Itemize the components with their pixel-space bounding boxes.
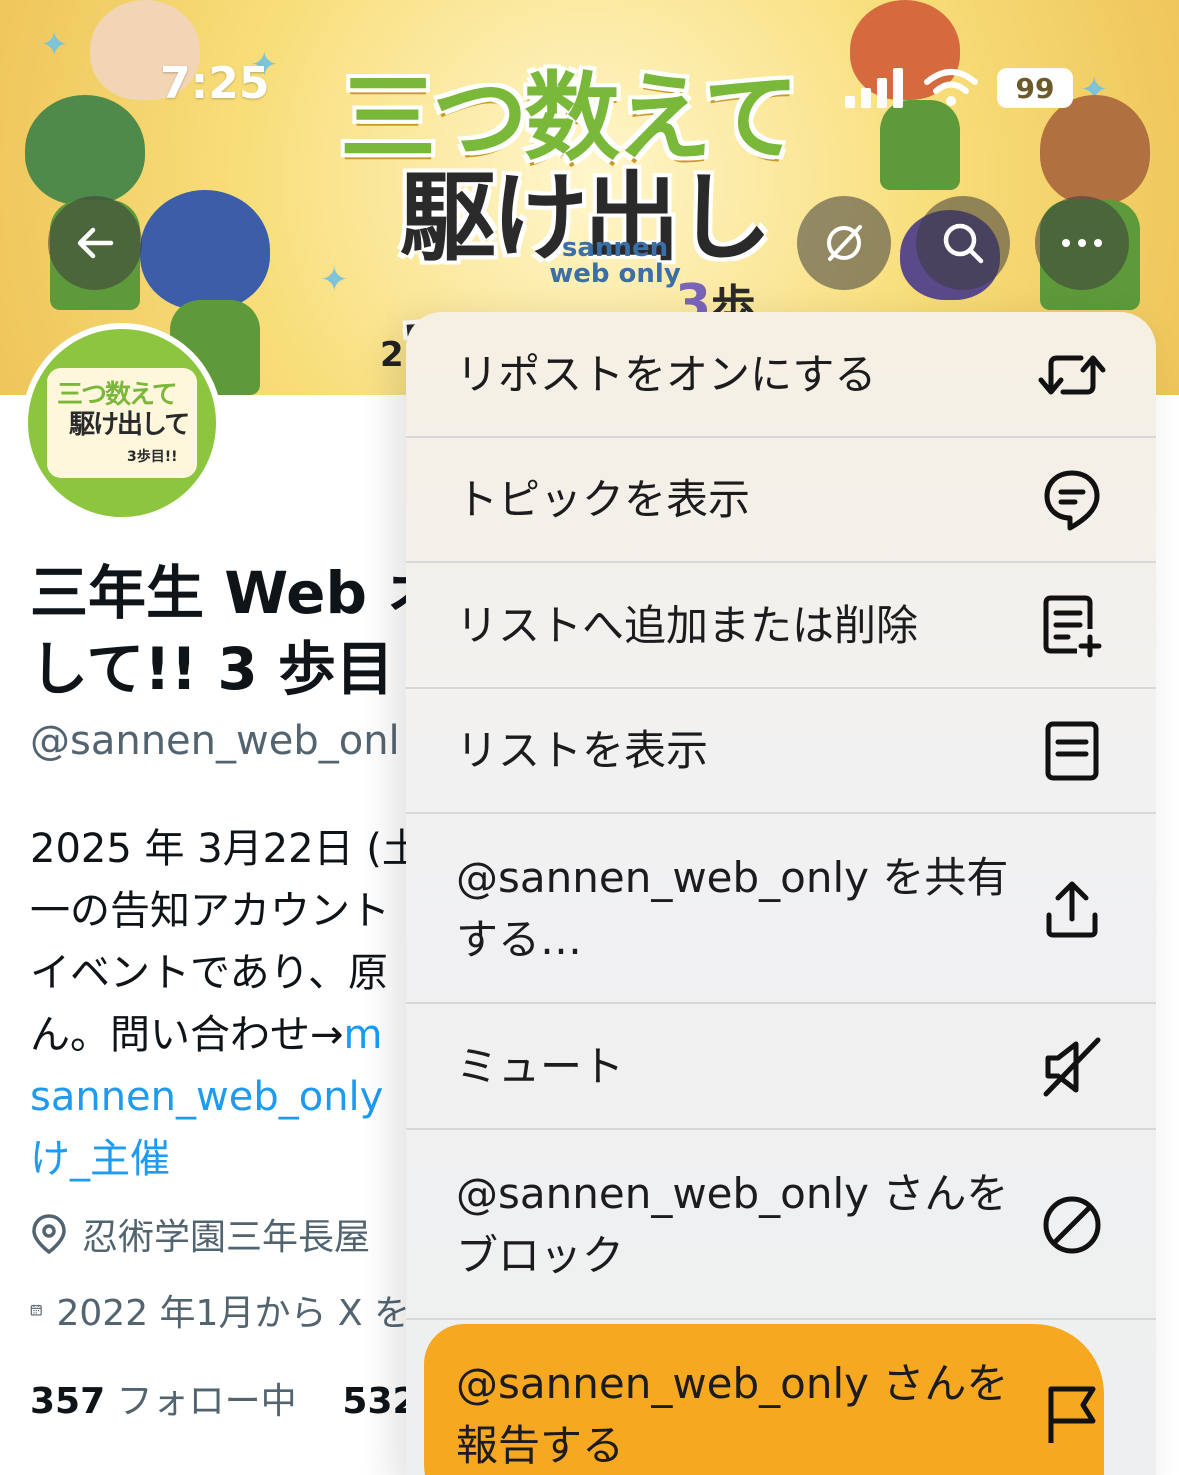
bio-link[interactable]: sannen_web_only xyxy=(30,1066,410,1128)
logo-subtitle: sannen web only xyxy=(549,233,681,289)
more-horizontal-icon xyxy=(1062,239,1102,247)
sparkle-icon: ✦ xyxy=(40,25,69,65)
status-time: 7:25 xyxy=(160,58,270,109)
search-button[interactable] xyxy=(916,196,1010,290)
status-icons: 99 xyxy=(845,66,1073,110)
menu-item-view-topics[interactable]: トピックを表示 xyxy=(406,438,1156,563)
profile-location: 忍術学園三年長屋 xyxy=(30,1208,370,1260)
follow-stats: 357 フォロー中 532 xyxy=(30,1372,418,1424)
character-illustration xyxy=(25,95,145,205)
grok-icon xyxy=(827,225,862,261)
event-logo: 三つ数えて 駆け出して sannen web only 3歩目!! xyxy=(330,20,830,395)
block-icon xyxy=(1036,1189,1108,1261)
profile-more-menu: リポストをオンにする トピックを表示 リストへ追加または削除 リストを表示 @s… xyxy=(406,312,1156,1475)
cellular-signal-icon xyxy=(845,68,903,108)
following-count[interactable]: 357 xyxy=(30,1381,105,1422)
profile-bio: 2025 年 3月22日 (土 一の告知アカウント イベントであり、原 ん。問い… xyxy=(30,818,410,1190)
menu-item-repost-on[interactable]: リポストをオンにする xyxy=(406,312,1156,438)
location-pin-icon xyxy=(32,1214,66,1255)
bio-link[interactable]: m xyxy=(344,1012,383,1058)
battery-indicator: 99 xyxy=(997,68,1073,108)
following-label[interactable]: フォロー中 xyxy=(117,1381,297,1422)
banner-caption: 2 xyxy=(380,335,404,375)
calendar-icon xyxy=(30,1304,42,1316)
grok-button[interactable] xyxy=(797,196,891,290)
menu-item-block[interactable]: @sannen_web_only さんをブロック xyxy=(406,1130,1156,1320)
menu-item-mute[interactable]: ミュート xyxy=(406,1004,1156,1130)
avatar-logo: 三つ数えて 駆け出して 3歩目!! xyxy=(47,368,197,478)
character-illustration xyxy=(1040,95,1150,205)
profile-avatar[interactable]: 三つ数えて 駆け出して 3歩目!! xyxy=(22,323,222,523)
bio-hashtag[interactable]: け_主催 xyxy=(30,1128,410,1190)
profile-joined-date: 2022 年1月から X を xyxy=(30,1284,410,1336)
topic-icon xyxy=(1036,464,1108,536)
more-options-button[interactable] xyxy=(1035,196,1129,290)
back-button[interactable] xyxy=(48,196,142,290)
wifi-icon xyxy=(924,69,978,106)
flag-icon xyxy=(1036,1379,1108,1451)
repost-icon xyxy=(1036,339,1108,411)
search-icon xyxy=(943,223,984,264)
menu-item-add-to-list[interactable]: リストへ追加または削除 xyxy=(406,563,1156,689)
list-icon xyxy=(1036,715,1108,787)
share-icon xyxy=(1036,873,1108,945)
mute-icon xyxy=(1036,1031,1108,1103)
character-illustration xyxy=(140,190,270,310)
profile-display-name: 三年生 Web オ して!! 3 歩目 xyxy=(30,559,410,703)
profile-handle: @sannen_web_onl xyxy=(30,718,400,764)
menu-item-view-lists[interactable]: リストを表示 xyxy=(406,689,1156,814)
menu-item-share-profile[interactable]: @sannen_web_only を共有する… xyxy=(406,814,1156,1004)
menu-item-report[interactable]: @sannen_web_only さんを報告する xyxy=(406,1320,1156,1475)
list-add-icon xyxy=(1036,590,1108,662)
arrow-left-icon xyxy=(77,227,114,259)
